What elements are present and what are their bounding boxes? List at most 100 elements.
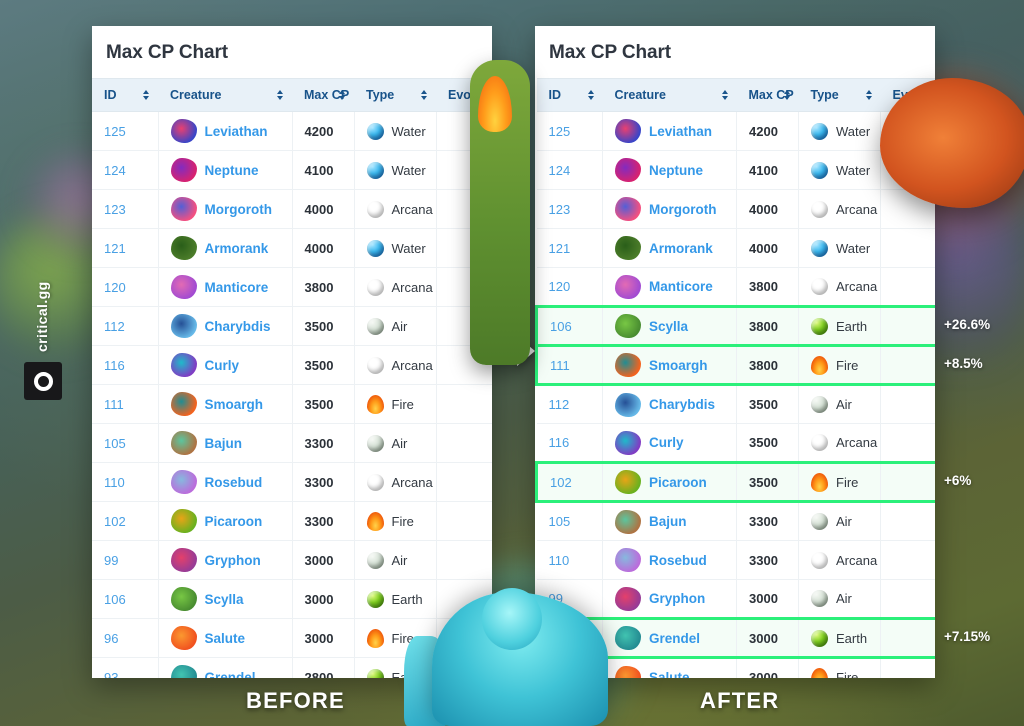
column-header-maxcp[interactable]: Max CP: [292, 78, 354, 112]
creature-id-link[interactable]: 124: [549, 163, 571, 178]
creature-id-link[interactable]: 121: [104, 241, 126, 256]
table-row[interactable]: 121 Armorank 4000 Water: [92, 228, 492, 268]
creature-id-link[interactable]: 110: [549, 553, 570, 568]
table-row[interactable]: 99 Gryphon 3000 Air: [92, 540, 492, 580]
creature-id-link[interactable]: 96: [104, 631, 118, 646]
creature-name-link[interactable]: Gryphon: [649, 591, 705, 606]
table-row[interactable]: 106 Scylla 3000 Earth: [92, 579, 492, 619]
creature-id-link[interactable]: 124: [104, 163, 126, 178]
table-row[interactable]: 120 Manticore 3800 Arcana: [92, 267, 492, 307]
creature-id-link[interactable]: 105: [549, 514, 571, 529]
table-row[interactable]: 105 Bajun 3300 Air: [92, 423, 492, 463]
creature-id-link[interactable]: 96: [549, 670, 563, 678]
table-row[interactable]: 106 Scylla 3800 Earth: [535, 305, 935, 347]
table-row[interactable]: 124 Neptune 4100 Water: [536, 150, 935, 190]
creature-id-link[interactable]: 123: [549, 202, 571, 217]
table-row[interactable]: 93 Grendel 3000 Earth: [535, 617, 935, 659]
sort-toggle-icon[interactable]: [587, 90, 594, 100]
creature-id-link[interactable]: 111: [104, 397, 124, 412]
creature-name-link[interactable]: Rosebud: [205, 475, 263, 490]
table-row[interactable]: 125 Leviathan 4200 Water: [536, 111, 935, 151]
creature-id-link[interactable]: 112: [104, 319, 125, 334]
creature-name-link[interactable]: Leviathan: [205, 124, 268, 139]
creature-id-link[interactable]: 93: [104, 670, 118, 679]
creature-id-link[interactable]: 121: [549, 241, 571, 256]
creature-id-link[interactable]: 102: [104, 514, 126, 529]
creature-id-link[interactable]: 125: [104, 124, 126, 139]
table-row[interactable]: 112 Charybdis 3500 Air: [92, 306, 492, 346]
creature-id-link[interactable]: 106: [104, 592, 126, 607]
table-row[interactable]: 121 Armorank 4000 Water: [536, 228, 935, 268]
creature-name-link[interactable]: Manticore: [205, 280, 269, 295]
creature-name-link[interactable]: Neptune: [205, 163, 259, 178]
creature-id-link[interactable]: 111: [550, 358, 570, 373]
column-header-type[interactable]: Type: [354, 78, 436, 112]
table-row[interactable]: 123 Morgoroth 4000 Arcana: [536, 189, 935, 229]
column-header-id[interactable]: ID: [92, 78, 158, 112]
creature-id-link[interactable]: 120: [549, 279, 571, 294]
creature-id-link[interactable]: 125: [549, 124, 571, 139]
creature-name-link[interactable]: Grendel: [649, 631, 700, 646]
creature-name-link[interactable]: Scylla: [649, 319, 688, 334]
creature-id-link[interactable]: 93: [550, 631, 564, 646]
table-row[interactable]: 102 Picaroon 3500 Fire: [535, 461, 935, 503]
creature-name-link[interactable]: Smoargh: [649, 358, 708, 373]
creature-name-link[interactable]: Morgoroth: [649, 202, 716, 217]
creature-name-link[interactable]: Leviathan: [649, 124, 712, 139]
creature-id-link[interactable]: 99: [104, 553, 118, 568]
creature-id-link[interactable]: 105: [104, 436, 126, 451]
creature-id-link[interactable]: 110: [104, 475, 125, 490]
column-header-id[interactable]: ID: [536, 78, 603, 112]
creature-name-link[interactable]: Armorank: [649, 241, 713, 256]
sort-toggle-icon[interactable]: [421, 90, 427, 100]
sort-toggle-icon[interactable]: [339, 90, 345, 100]
sort-toggle-icon[interactable]: [783, 90, 790, 100]
creature-name-link[interactable]: Picaroon: [205, 514, 263, 529]
table-row[interactable]: 96 Salute 3000 Fire: [92, 618, 492, 658]
creature-name-link[interactable]: Armorank: [205, 241, 269, 256]
table-row[interactable]: 99 Gryphon 3000 Air: [536, 579, 935, 619]
creature-name-link[interactable]: Salute: [649, 670, 690, 678]
table-row[interactable]: 110 Rosebud 3300 Arcana: [92, 462, 492, 502]
creature-name-link[interactable]: Charybdis: [205, 319, 271, 334]
sort-toggle-icon[interactable]: [721, 90, 728, 100]
column-header-creature[interactable]: Creature: [602, 78, 737, 112]
column-header-creature[interactable]: Creature: [158, 78, 292, 112]
sort-toggle-icon[interactable]: [865, 90, 872, 100]
table-row[interactable]: 102 Picaroon 3300 Fire: [92, 501, 492, 541]
sort-toggle-icon[interactable]: [277, 90, 283, 100]
table-row[interactable]: 93 Grendel 2800 Earth: [92, 657, 492, 679]
creature-id-link[interactable]: 116: [104, 358, 125, 373]
table-row[interactable]: 116 Curly 3500 Arcana: [92, 345, 492, 385]
table-row[interactable]: 125 Leviathan 4200 Water: [92, 111, 492, 151]
table-row[interactable]: 111 Smoargh 3800 Fire: [535, 344, 935, 386]
table-row[interactable]: 112 Charybdis 3500 Air: [536, 384, 935, 424]
creature-id-link[interactable]: 112: [549, 397, 570, 412]
creature-name-link[interactable]: Bajun: [649, 514, 687, 529]
table-row[interactable]: 111 Smoargh 3500 Fire: [92, 384, 492, 424]
creature-name-link[interactable]: Scylla: [205, 592, 244, 607]
creature-name-link[interactable]: Neptune: [649, 163, 703, 178]
table-row[interactable]: 96 Salute 3000 Fire: [536, 657, 935, 678]
column-header-maxcp[interactable]: Max CP: [736, 78, 799, 112]
creature-id-link[interactable]: 102: [550, 475, 572, 490]
creature-id-link[interactable]: 106: [550, 319, 572, 334]
table-row[interactable]: 124 Neptune 4100 Water: [92, 150, 492, 190]
creature-name-link[interactable]: Salute: [205, 631, 246, 646]
creature-name-link[interactable]: Manticore: [649, 279, 713, 294]
creature-id-link[interactable]: 120: [104, 280, 126, 295]
table-row[interactable]: 110 Rosebud 3300 Arcana: [536, 540, 935, 580]
creature-name-link[interactable]: Smoargh: [205, 397, 264, 412]
creature-name-link[interactable]: Rosebud: [649, 553, 707, 568]
table-row[interactable]: 120 Manticore 3800 Arcana: [536, 267, 935, 307]
creature-name-link[interactable]: Charybdis: [649, 397, 715, 412]
creature-name-link[interactable]: Gryphon: [205, 553, 261, 568]
creature-name-link[interactable]: Morgoroth: [205, 202, 272, 217]
table-row[interactable]: 123 Morgoroth 4000 Arcana: [92, 189, 492, 229]
table-row[interactable]: 116 Curly 3500 Arcana: [536, 423, 935, 463]
creature-id-link[interactable]: 116: [549, 435, 570, 450]
table-row[interactable]: 105 Bajun 3300 Air: [536, 501, 935, 541]
creature-id-link[interactable]: 99: [549, 591, 563, 606]
creature-name-link[interactable]: Curly: [205, 358, 240, 373]
creature-id-link[interactable]: 123: [104, 202, 126, 217]
